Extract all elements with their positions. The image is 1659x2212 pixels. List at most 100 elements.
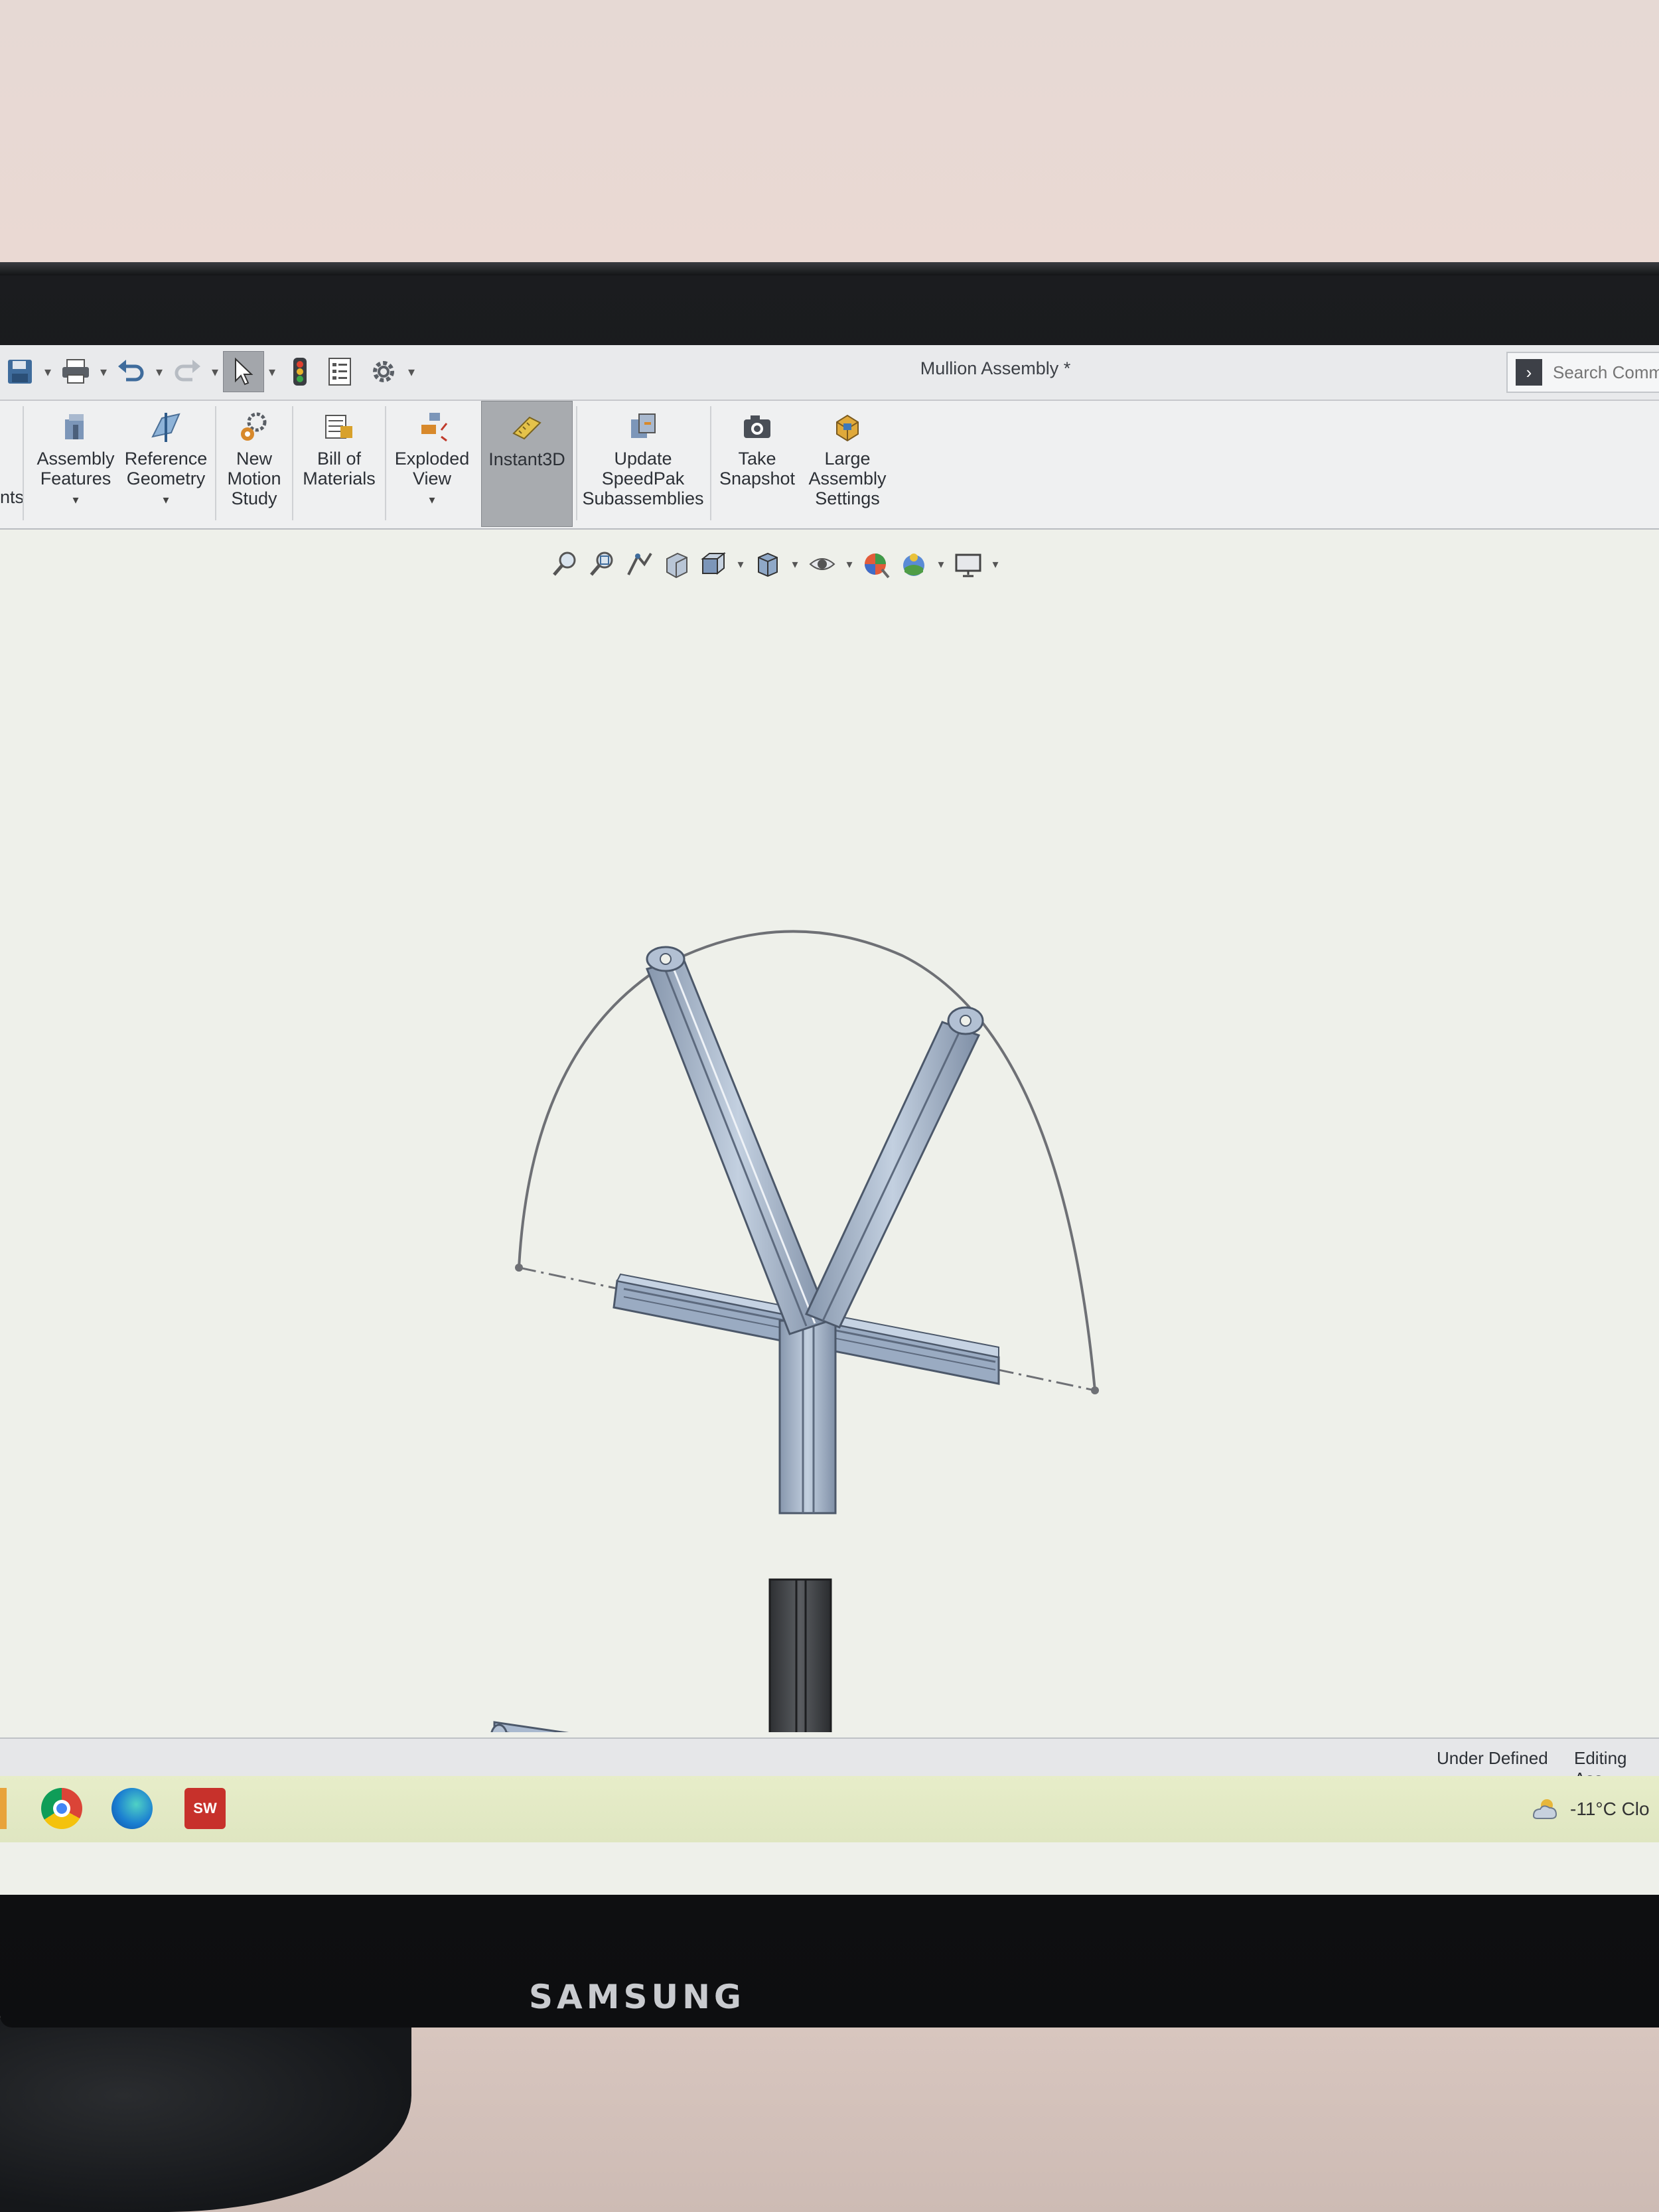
ribbon-label: Materials [303, 469, 376, 488]
instant3d-button[interactable]: Instant3D [481, 401, 573, 527]
large-assembly-settings-button[interactable]: Large Assembly Settings [804, 401, 891, 526]
ribbon-label: Assembly [808, 469, 887, 488]
solidworks-icon[interactable]: SW [184, 1788, 226, 1829]
section-view-icon [666, 552, 687, 579]
select-button[interactable] [223, 351, 264, 392]
instant3d-icon [512, 416, 541, 440]
redo-dropdown-caret[interactable]: ▾ [207, 352, 223, 392]
save-dropdown-caret[interactable]: ▾ [40, 352, 56, 392]
cut-off-tab-label: nts [0, 487, 25, 507]
redo-icon [175, 360, 200, 382]
ribbon-label: Instant3D [488, 449, 565, 469]
monitor: ▾ ▾ ▾ ▾ ▾ ▾ Mullion Assembly * › Search … [0, 262, 1659, 2028]
screen: ▾ ▾ ▾ ▾ ▾ ▾ Mullion Assembly * › Search … [0, 345, 1659, 1895]
new-motion-study-button[interactable]: New Motion Study [219, 401, 289, 526]
graphics-area[interactable] [0, 584, 1659, 1732]
section-view-button[interactable] [659, 547, 693, 581]
view-settings-button[interactable] [951, 547, 985, 581]
assembly-features-button[interactable]: Assembly Features ▾ [33, 401, 118, 526]
gear-icon [373, 361, 394, 382]
ribbon-separator [385, 406, 386, 520]
hide-show-dropdown-caret[interactable]: ▾ [842, 557, 857, 571]
bill-of-materials-icon [325, 415, 352, 439]
taskbar-app-partial-icon[interactable] [0, 1788, 7, 1829]
ribbon-label: Geometry [126, 469, 206, 488]
speedpak-icon [631, 413, 656, 438]
search-input[interactable] [1551, 361, 1659, 384]
edit-appearance-button[interactable] [859, 547, 894, 581]
options-dropdown-caret[interactable]: ▾ [403, 352, 419, 392]
definition-status: Under Defined [1437, 1748, 1548, 1768]
ribbon-label: Bill of [317, 449, 362, 469]
weather-text: -11°C Clo [1570, 1799, 1650, 1819]
view-orientation-dropdown-caret[interactable]: ▾ [733, 557, 748, 571]
take-snapshot-button[interactable]: Take Snapshot [714, 401, 800, 526]
select-dropdown-caret[interactable]: ▾ [264, 352, 280, 392]
command-manager-ribbon: nts Assembly Features ▾ Reference Geomet… [0, 401, 1659, 530]
assembly-features-icon [65, 414, 84, 439]
display-style-dropdown-caret[interactable]: ▾ [788, 557, 802, 571]
windows-taskbar: SW -11°C Clo [0, 1776, 1659, 1842]
chrome-icon[interactable] [41, 1788, 82, 1829]
ribbon-label: Take [738, 449, 776, 469]
magnifier-icon [553, 552, 576, 576]
edge-icon[interactable] [111, 1788, 153, 1829]
ribbon-separator [710, 406, 711, 520]
weather-icon [1532, 1799, 1557, 1819]
chevron-down-icon[interactable]: ▾ [163, 490, 169, 510]
large-assembly-icon [836, 414, 859, 442]
heads-up-view-toolbar: ▾ ▾ ▾ ▾ ▾ [547, 544, 1003, 584]
search-commands-box[interactable]: › [1506, 352, 1659, 393]
hide-show-items-button[interactable] [805, 547, 839, 581]
options-button[interactable] [364, 352, 403, 392]
mullion-lower-assembly[interactable] [490, 1578, 1106, 1732]
previous-view-icon [627, 552, 652, 575]
command-prompt-icon: › [1516, 359, 1542, 386]
scene-icon [903, 553, 924, 576]
quick-access-toolbar: ▾ ▾ ▾ ▾ ▾ ▾ [0, 351, 419, 392]
print-button[interactable] [56, 352, 96, 392]
undo-button[interactable] [111, 352, 151, 392]
chevron-down-icon[interactable]: ▾ [429, 490, 435, 510]
redo-button[interactable] [167, 352, 207, 392]
zoom-to-fit-button[interactable] [547, 547, 582, 581]
view-orientation-icon [701, 552, 726, 575]
display-style-button[interactable] [751, 547, 785, 581]
apply-scene-button[interactable] [897, 547, 931, 581]
file-properties-button[interactable] [320, 352, 360, 392]
rebuild-button[interactable] [280, 352, 320, 392]
exploded-view-button[interactable]: Exploded View ▾ [389, 401, 475, 526]
update-speedpak-button[interactable]: Update SpeedPak Subassemblies [580, 401, 706, 526]
bezel-top [0, 262, 1659, 275]
ribbon-separator [23, 406, 24, 520]
save-button[interactable] [0, 352, 40, 392]
ribbon-label: Snapshot [719, 469, 796, 488]
ribbon-label: Update [614, 449, 672, 469]
zoom-area-icon [590, 552, 613, 576]
bill-of-materials-button[interactable]: Bill of Materials [296, 401, 382, 526]
ribbon-label: View [412, 469, 452, 488]
ribbon-label: New [236, 449, 272, 469]
appearance-ball-icon [865, 553, 890, 579]
camera-icon [744, 415, 770, 438]
save-icon [8, 360, 32, 384]
eye-icon [809, 558, 835, 570]
reference-geometry-button[interactable]: Reference Geometry ▾ [123, 401, 209, 526]
ribbon-label: SpeedPak [601, 469, 685, 488]
monitor-brand-logo: SAMSUNG [529, 1978, 745, 2016]
ribbon-label: Features [40, 469, 111, 488]
print-dropdown-caret[interactable]: ▾ [96, 352, 111, 392]
zoom-to-area-button[interactable] [585, 547, 619, 581]
apply-scene-dropdown-caret[interactable]: ▾ [934, 557, 948, 571]
view-orientation-button[interactable] [696, 547, 731, 581]
status-bar: Under Defined Editing Ass [0, 1737, 1659, 1789]
title-bar: ▾ ▾ ▾ ▾ ▾ ▾ Mullion Assembly * › Search … [0, 345, 1659, 401]
undo-icon [118, 360, 144, 382]
previous-view-button[interactable] [622, 547, 656, 581]
ribbon-separator [576, 406, 577, 520]
view-settings-dropdown-caret[interactable]: ▾ [988, 557, 1003, 571]
mullion-upper-assembly[interactable] [613, 946, 1000, 1514]
chevron-down-icon[interactable]: ▾ [72, 490, 78, 510]
ribbon-separator [215, 406, 216, 520]
undo-dropdown-caret[interactable]: ▾ [151, 352, 167, 392]
